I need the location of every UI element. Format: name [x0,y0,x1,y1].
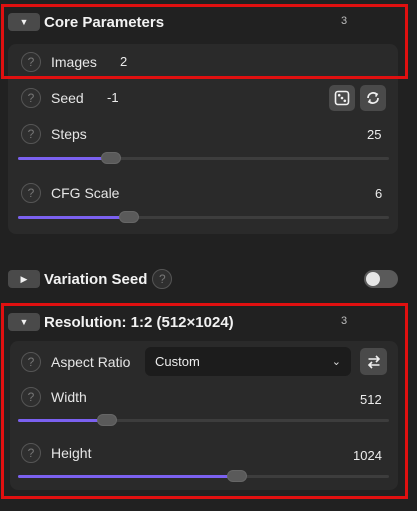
toggle-knob [366,272,380,286]
height-slider-thumb[interactable] [226,470,247,482]
resolution-title: Resolution: 1:2 (512×1024) [44,313,234,331]
aspect-ratio-select[interactable]: Custom ⌄ [145,347,351,376]
images-label: Images [51,54,97,70]
cfg-scale-value[interactable]: 6 [375,186,382,201]
images-row: ? Images [21,51,97,73]
aspect-ratio-row: ? Aspect Ratio [21,351,130,373]
random-seed-button[interactable] [329,85,355,111]
aspect-ratio-label: Aspect Ratio [51,354,131,370]
help-icon[interactable]: ? [21,352,41,372]
core-parameters-count: 3 [341,15,348,27]
help-icon[interactable]: ? [21,387,41,407]
seed-row: ? Seed [21,87,84,109]
core-parameters-title: Core Parameters [44,13,165,31]
chevron-right-icon[interactable]: ▶ [8,270,40,288]
help-icon[interactable]: ? [21,183,41,203]
seed-label: Seed [51,90,84,106]
width-value[interactable]: 512 [360,392,382,407]
dice-icon [334,90,350,106]
cfg-scale-slider-thumb[interactable] [119,211,140,223]
core-parameters-header[interactable]: ▼ Core Parameters [8,10,164,34]
resolution-count: 3 [341,315,348,327]
chevron-down-icon: ⌄ [331,356,341,368]
help-icon[interactable]: ? [21,124,41,144]
variation-seed-toggle[interactable] [364,270,398,288]
cfg-scale-slider[interactable] [18,210,389,224]
recycle-icon [367,92,379,104]
swap-dimensions-button[interactable] [360,348,387,375]
cfg-scale-row: ? CFG Scale [21,182,119,204]
help-icon[interactable]: ? [21,443,41,463]
width-row: ? Width [21,386,87,408]
help-icon[interactable]: ? [21,88,41,108]
steps-slider-thumb[interactable] [100,152,121,164]
width-slider-thumb[interactable] [97,414,118,426]
chevron-down-icon[interactable]: ▼ [8,13,40,31]
width-slider[interactable] [18,413,389,427]
steps-label: Steps [51,126,87,142]
height-value[interactable]: 1024 [353,448,382,463]
help-icon[interactable]: ? [152,269,173,289]
reuse-seed-button[interactable] [360,85,386,111]
height-slider[interactable] [18,469,389,483]
variation-seed-header[interactable]: ▶ Variation Seed ? [8,267,173,291]
chevron-down-icon[interactable]: ▼ [8,313,40,331]
variation-seed-title: Variation Seed [44,270,148,288]
steps-value[interactable]: 25 [367,127,381,142]
steps-row: ? Steps [21,123,87,145]
seed-value[interactable]: -1 [107,90,119,105]
cfg-scale-label: CFG Scale [51,185,120,201]
resolution-header[interactable]: ▼ Resolution: 1:2 (512×1024) [8,310,234,334]
height-row: ? Height [21,442,91,464]
steps-slider[interactable] [18,151,389,165]
help-icon[interactable]: ? [21,52,41,72]
height-label: Height [51,445,92,461]
width-label: Width [51,389,87,405]
aspect-ratio-value: Custom [155,354,200,369]
swap-icon [367,354,380,369]
images-value[interactable]: 2 [120,54,127,69]
